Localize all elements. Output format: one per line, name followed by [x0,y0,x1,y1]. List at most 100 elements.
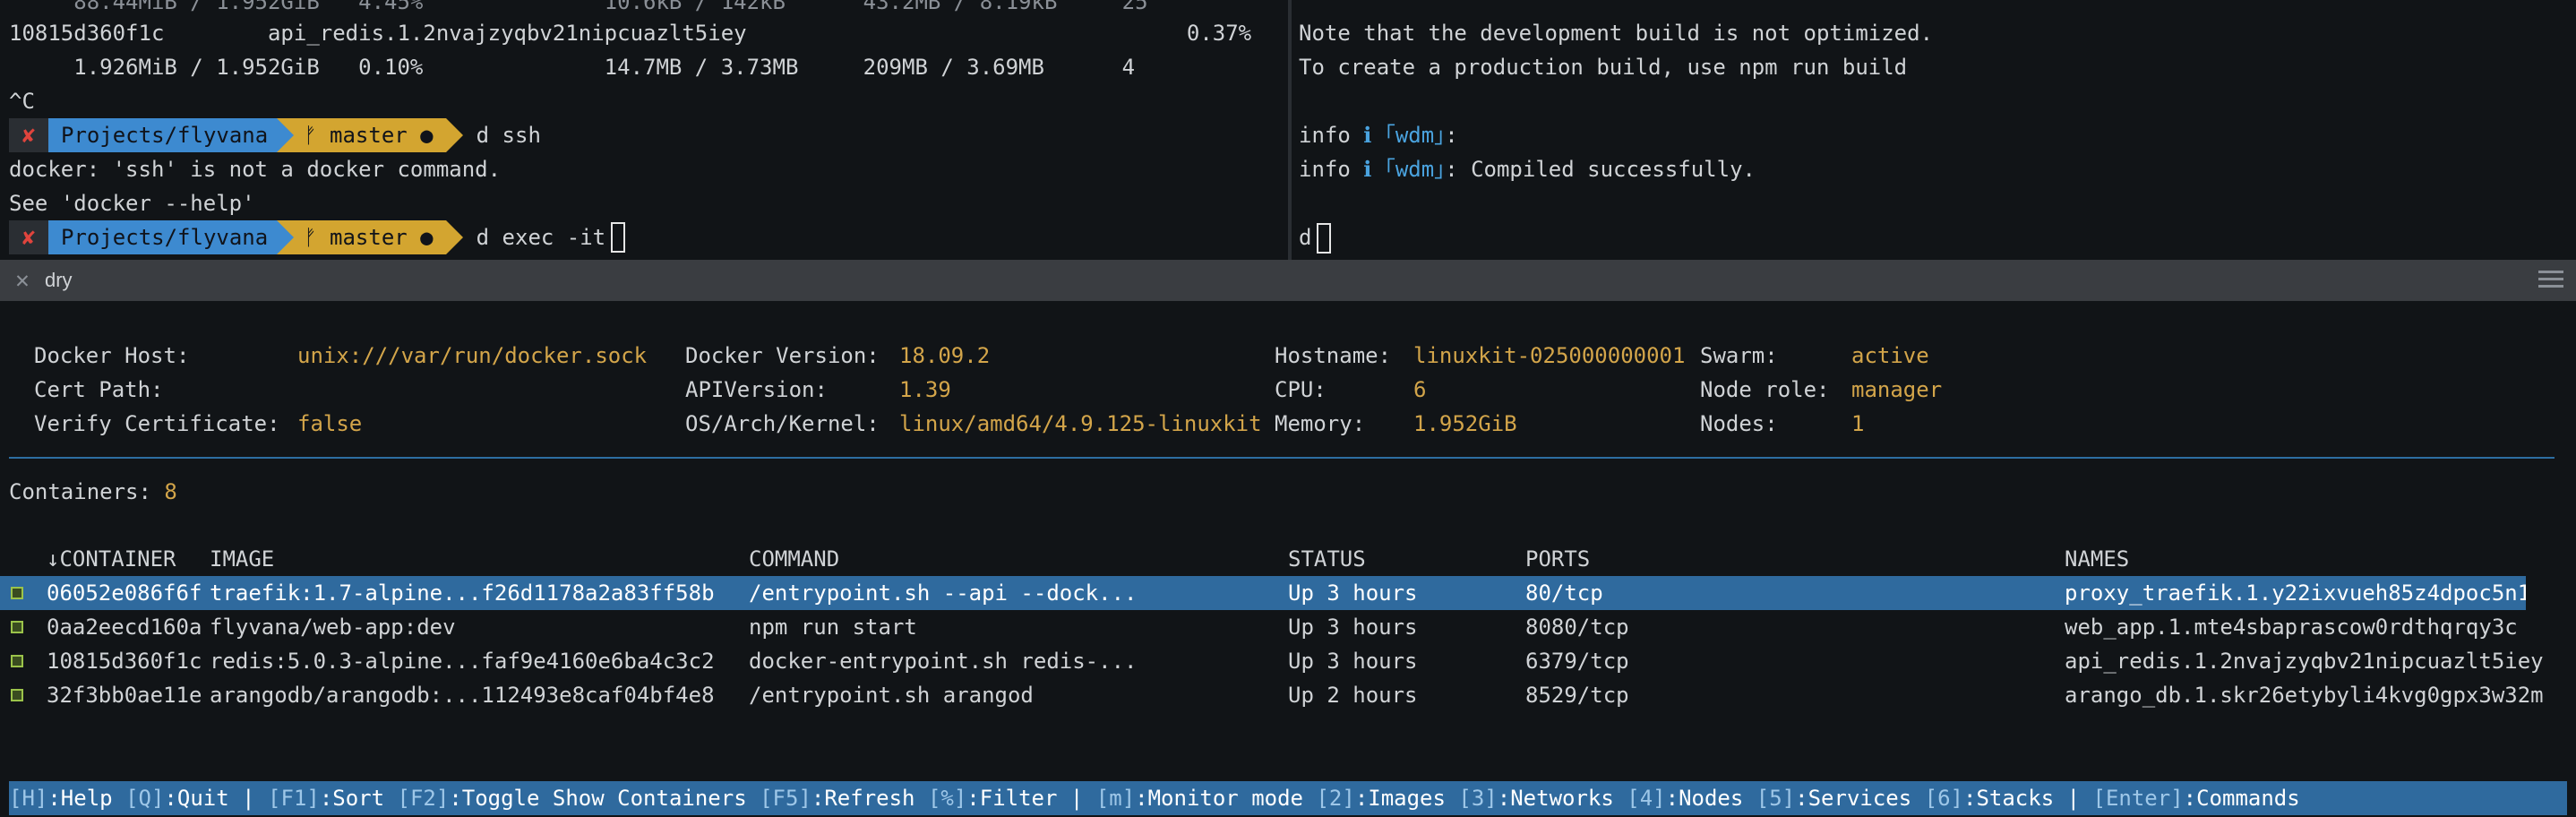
container-status[interactable]: Up 3 hours [1288,610,1418,644]
container-status[interactable]: Up 3 hours [1288,644,1418,678]
tab-title[interactable]: dry [45,269,73,292]
column-header-command[interactable]: COMMAND [749,542,839,576]
stats-line: 1.926MiB / 1.952GiB 0.10% 14.7MB / 3.73M… [9,55,1136,80]
shortcut-toggle-containers[interactable]: [F2]:Toggle Show Containers [398,781,760,815]
shortcut-filter[interactable]: [%]:Filter | [928,781,1096,815]
column-header-container[interactable]: ↓CONTAINER [47,542,176,576]
container-ports[interactable]: 6379/tcp [1525,644,1629,678]
verify-cert-label: Verify Certificate: [34,411,280,436]
swarm-value: active [1851,343,1929,368]
shortcut-services[interactable]: [5]:Services [1756,781,1925,815]
docker-version-value: 18.09.2 [899,343,991,368]
prompt-git-branch: ᚠ master ● [277,118,464,152]
container-status-icon [11,587,23,599]
prompt-path: Projects/flyvana [48,118,295,152]
container-id[interactable]: 32f3bb0ae11e [47,678,202,712]
container-status-icon [11,621,23,633]
cert-path-label: Cert Path: [34,377,164,402]
docker-host-value: unix:///var/run/docker.sock [297,343,648,368]
wdm-tag: ｢wdm｣ [1384,123,1446,148]
container-image[interactable]: traefik:1.7-alpine...f26d1178a2a83ff58b [210,576,715,610]
shell-prompt: ✘ Projects/flyvana ᚠ master ● d ssh [9,118,541,152]
container-command[interactable]: npm run start [749,610,917,644]
api-version-value: 1.39 [899,377,951,402]
container-status[interactable]: Up 2 hours [1288,678,1418,712]
info-line: info ℹ ｢wdm｣: Compiled successfully. [1299,152,1756,186]
info-prefix: info [1299,157,1351,182]
output-line: Note that the development build is not o… [1299,21,1934,46]
shortcut-commands[interactable]: [Enter]:Commands [2093,781,2300,815]
container-status-icon [11,655,23,667]
shortcut-refresh[interactable]: [F5]:Refresh [760,781,928,815]
containers-label: Containers: [9,479,151,504]
os-arch-kernel-label: OS/Arch/Kernel: [685,411,880,436]
container-id[interactable]: 06052e086f6f [47,576,202,610]
text-cursor [1317,223,1332,254]
hostname-value: linuxkit-025000000001 [1413,343,1686,368]
docker-host-label: Docker Host: [34,343,190,368]
nodes-value: 1 [1851,411,1865,436]
close-icon[interactable]: ✕ [0,267,45,294]
os-arch-kernel-value: linux/amd64/4.9.125-linuxkit [899,411,1262,436]
container-status-icon [11,689,23,701]
shortcut-images[interactable]: [2]:Images [1316,781,1458,815]
container-name[interactable]: web_app.1.mte4sbaprascow0rdthqrqy3c [2065,610,2518,644]
output-line: To create a production build, use npm ru… [1299,55,1908,80]
container-command[interactable]: docker-entrypoint.sh redis-... [749,644,1137,678]
info-icon: ℹ [1363,123,1372,148]
memory-label: Memory: [1275,411,1366,436]
container-ports[interactable]: 8080/tcp [1525,610,1629,644]
error-line: See 'docker --help' [9,191,255,216]
info-icon: ℹ [1363,157,1372,182]
shortcut-quit[interactable]: [Q]:Quit | [125,781,268,815]
prompt-line[interactable]: d [1299,220,1332,254]
interrupt-line: ^C [9,89,35,114]
node-role-value: manager [1851,377,1943,402]
terminal-pane-right[interactable]: Note that the development build is not o… [1292,0,2576,260]
container-image[interactable]: arangodb/arangodb:...112493e8caf04bf4e8 [210,678,715,712]
shortcut-help[interactable]: [H]:Help [9,781,125,815]
command-input[interactable]: d exec -it [477,225,606,250]
column-header-image[interactable]: IMAGE [210,542,274,576]
container-image[interactable]: flyvana/web-app:dev [210,610,456,644]
shortcut-nodes[interactable]: [4]:Nodes [1627,781,1756,815]
cpu-value: 6 [1413,377,1427,402]
info-line: info ℹ ｢wdm｣: [1299,118,1458,152]
container-status[interactable]: Up 3 hours [1288,576,1418,610]
hamburger-menu-icon[interactable] [2538,271,2563,290]
terminal-tab-bar: ✕ dry [0,260,2576,301]
info-text: : Compiled successfully. [1445,157,1756,182]
container-ports[interactable]: 8529/tcp [1525,678,1629,712]
info-prefix: info [1299,123,1351,148]
terminal-pane-left[interactable]: 88.44MiB / 1.952GiB 4.45% 10.6kB / 142kB… [0,0,1288,260]
container-command[interactable]: /entrypoint.sh arangod [749,678,1034,712]
memory-value: 1.952GiB [1413,411,1517,436]
shortcut-sort[interactable]: [F1]:Sort [268,781,398,815]
command-input[interactable]: d [1299,225,1311,250]
error-line: docker: 'ssh' is not a docker command. [9,157,502,182]
shell-prompt-active[interactable]: ✘ Projects/flyvana ᚠ master ● d exec -it [9,220,626,254]
container-name[interactable]: proxy_traefik.1.y22ixvueh85z4dpoc5n100mr [2065,576,2526,610]
prompt-path: Projects/flyvana [48,220,295,254]
cpu-label: CPU: [1275,377,1327,402]
container-id[interactable]: 0aa2eecd160a [47,610,202,644]
column-header-names[interactable]: NAMES [2065,542,2129,576]
error-status-icon: ✘ [9,220,48,254]
swarm-label: Swarm: [1700,343,1778,368]
container-command[interactable]: /entrypoint.sh --api --dock... [749,576,1137,610]
container-name[interactable]: arango_db.1.skr26etybyli4kvg0gpx3w32m [2065,678,2544,712]
text-cursor [611,222,626,253]
shortcut-monitor[interactable]: [m]:Monitor mode [1096,781,1317,815]
column-header-ports[interactable]: PORTS [1525,542,1590,576]
wdm-tag: ｢wdm｣ [1384,157,1446,182]
api-version-label: APIVersion: [685,377,828,402]
shortcut-stacks[interactable]: [6]:Stacks | [1925,781,2093,815]
prompt-git-branch: ᚠ master ● [277,220,464,254]
container-name[interactable]: api_redis.1.2nvajzyqbv21nipcuazlt5iey [2065,644,2544,678]
container-ports[interactable]: 80/tcp [1525,576,1603,610]
column-header-status[interactable]: STATUS [1288,542,1366,576]
section-divider [9,457,2555,459]
container-id[interactable]: 10815d360f1c [47,644,202,678]
container-image[interactable]: redis:5.0.3-alpine...faf9e4160e6ba4c3c2 [210,644,715,678]
shortcut-networks[interactable]: [3]:Networks [1458,781,1627,815]
